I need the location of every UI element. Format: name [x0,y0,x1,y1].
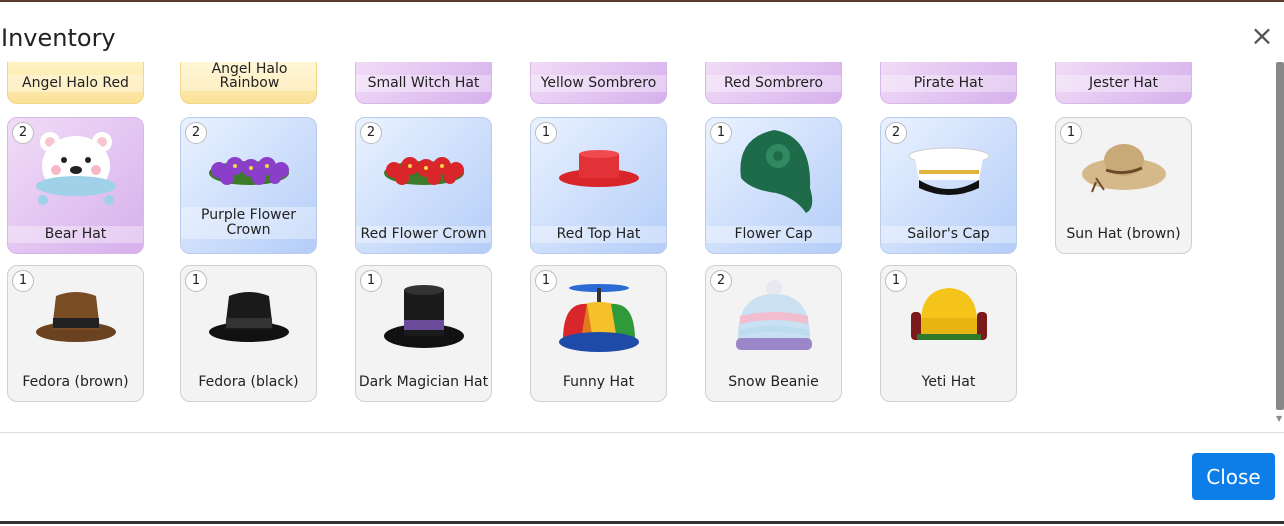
inventory-item[interactable]: Red Sombrero [705,62,842,104]
item-label: Red Flower Crown [356,226,491,243]
inventory-item[interactable]: Jester Hat [1055,62,1192,104]
inventory-item[interactable]: 2 Bear Hat [7,117,144,254]
inventory-item[interactable]: 1 Sun Hat (brown) [1055,117,1192,254]
inventory-item[interactable]: 2 Snow Beanie [705,265,842,402]
item-label: Sun Hat (brown) [1066,226,1181,242]
item-count-badge: 1 [12,270,34,292]
item-count-badge: 1 [885,270,907,292]
item-label: Pirate Hat [881,75,1016,92]
inventory-item[interactable]: Yellow Sombrero [530,62,667,104]
inventory-grid: Angel Halo Red Angel Halo Rainbow Small … [0,62,1284,432]
item-count-badge: 2 [360,122,382,144]
item-count-badge: 1 [360,270,382,292]
item-label: Angel Halo Rainbow [181,62,316,91]
item-count-badge: 2 [185,122,207,144]
scroll-down-arrow-icon[interactable]: ▼ [1276,414,1284,424]
item-count-badge: 1 [535,270,557,292]
inventory-item[interactable]: 1 Fedora (brown) [7,265,144,402]
item-label: Fedora (black) [198,374,299,390]
footer-divider [0,432,1284,433]
inventory-item[interactable]: Small Witch Hat [355,62,492,104]
item-label: Sailor's Cap [881,226,1016,243]
item-label: Red Sombrero [706,75,841,92]
item-count-badge: 1 [710,122,732,144]
inventory-item[interactable]: 2 Sailor's Cap [880,117,1017,254]
inventory-item[interactable]: 1 Flower Cap [705,117,842,254]
dialog-title: Inventory [1,24,116,52]
item-label: Red Top Hat [531,226,666,243]
close-icon[interactable]: × [1250,22,1274,50]
item-label: Fedora (brown) [22,374,129,390]
item-label: Flower Cap [706,226,841,243]
inventory-item[interactable]: 1 Yeti Hat [880,265,1017,402]
close-button[interactable]: Close [1192,453,1275,500]
inventory-item[interactable]: 1 Fedora (black) [180,265,317,402]
item-label: Yellow Sombrero [531,75,666,92]
inventory-item[interactable]: 2 Purple Flower Crown [180,117,317,254]
inventory-item[interactable]: 1 Red Top Hat [530,117,667,254]
background-edge [0,521,1284,524]
item-label: Funny Hat [562,374,635,390]
item-label: Purple Flower Crown [181,207,316,239]
item-label: Angel Halo Red [8,75,143,92]
inventory-item[interactable]: 2 Red Flower Crown [355,117,492,254]
background-edge [0,0,1284,2]
inventory-item[interactable]: Angel Halo Red [7,62,144,104]
inventory-item[interactable]: Angel Halo Rainbow [180,62,317,104]
item-label: Snow Beanie [728,374,819,390]
item-count-badge: 2 [710,270,732,292]
inventory-dialog: Inventory × Angel Halo Red Angel Halo Ra… [0,0,1284,526]
item-label: Dark Magician Hat [358,374,489,390]
item-label: Yeti Hat [921,374,976,390]
item-count-badge: 2 [885,122,907,144]
scrollbar[interactable] [1276,62,1284,410]
item-count-badge: 1 [1060,122,1082,144]
item-count-badge: 2 [12,122,34,144]
item-label: Bear Hat [8,226,143,243]
inventory-item[interactable]: 1 Funny Hat [530,265,667,402]
item-label: Small Witch Hat [356,75,491,92]
inventory-item[interactable]: Pirate Hat [880,62,1017,104]
item-count-badge: 1 [185,270,207,292]
item-count-badge: 1 [535,122,557,144]
item-label: Jester Hat [1056,75,1191,92]
inventory-item[interactable]: 1 Dark Magician Hat [355,265,492,402]
